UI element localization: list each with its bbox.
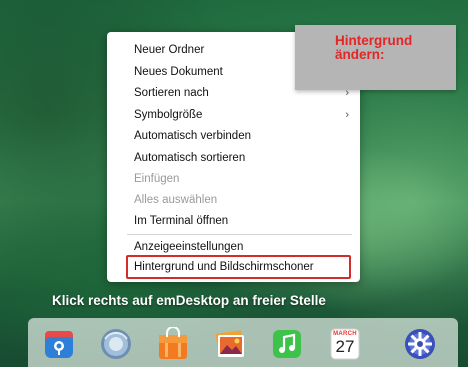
browser-icon[interactable] [99, 327, 133, 361]
menu-item-auto-sort[interactable]: Automatisch sortieren [107, 148, 360, 168]
chevron-right-icon: › [345, 109, 349, 121]
menu-item-display-settings[interactable]: Anzeigeeinstellungen [107, 237, 360, 257]
callout-text: Hintergrund ändern: [335, 33, 413, 62]
menu-item-label: Sortieren nach [134, 87, 209, 99]
menu-item-open-terminal[interactable]: Im Terminal öffnen [107, 211, 360, 231]
calendar-day: 27 [335, 337, 355, 356]
menu-item-label: Neues Dokument [134, 66, 223, 78]
menu-item-background-screensaver[interactable]: Hintergrund und Bildschirmschoner [107, 257, 360, 277]
menu-item-label: Neuer Ordner [134, 44, 205, 56]
file-manager-icon[interactable] [42, 327, 76, 361]
menu-item-label: Automatisch verbinden [134, 130, 251, 142]
settings-icon[interactable] [403, 327, 437, 361]
calendar-icon[interactable]: MARCH 27 [328, 327, 362, 361]
menu-item-label: Einfügen [134, 173, 180, 185]
menu-item-label: Symbolgröße [134, 109, 203, 121]
menu-item-label: Hintergrund und Bildschirmschoner [134, 261, 314, 273]
instruction-caption: Klick rechts auf emDesktop an freier Ste… [52, 293, 326, 308]
menu-separator [127, 234, 352, 235]
callout-box: Hintergrund ändern: [295, 25, 456, 90]
menu-item-label: Alles auswählen [134, 194, 218, 206]
app-store-icon[interactable] [156, 327, 190, 361]
menu-item-select-all: Alles auswählen [107, 190, 360, 210]
photos-icon[interactable] [213, 327, 247, 361]
menu-item-label: Anzeigeeinstellungen [134, 241, 244, 253]
music-icon[interactable] [270, 327, 304, 361]
dock: MARCH 27 [28, 318, 458, 367]
menu-item-paste: Einfügen [107, 169, 360, 189]
menu-item-auto-connect[interactable]: Automatisch verbinden [107, 126, 360, 146]
menu-item-label: Im Terminal öffnen [134, 215, 229, 227]
menu-item-icon-size[interactable]: Symbolgröße › [107, 105, 360, 125]
menu-item-label: Automatisch sortieren [134, 152, 246, 164]
